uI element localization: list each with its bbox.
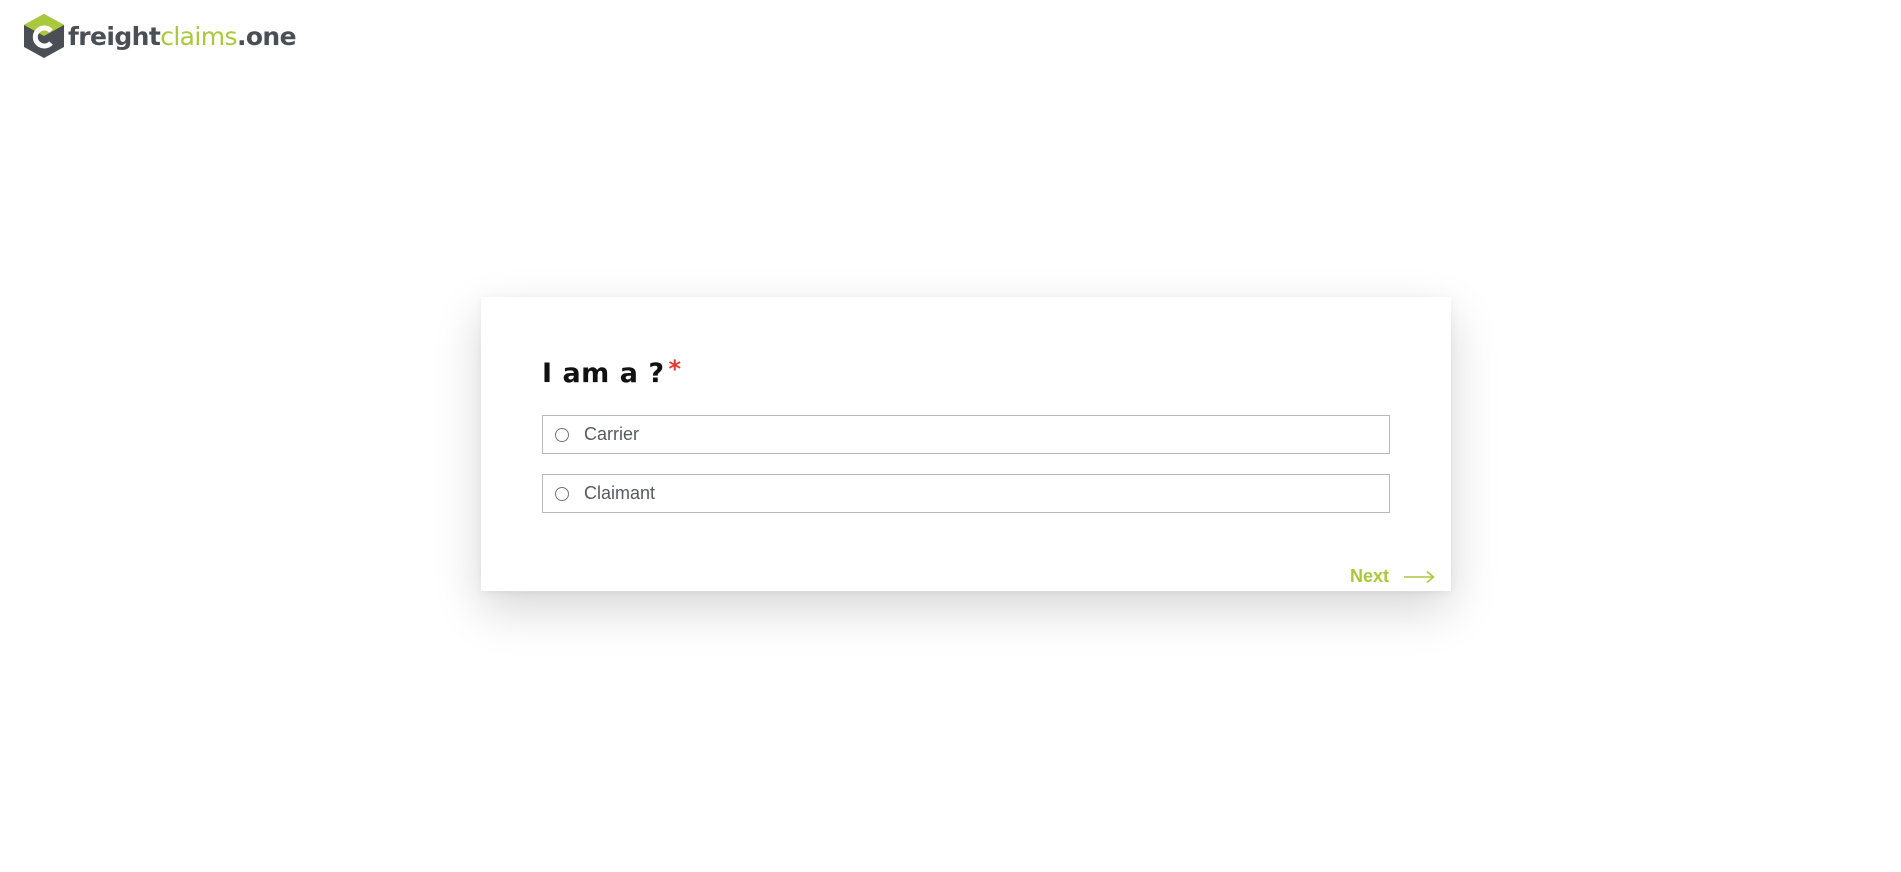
option-label: Carrier	[584, 424, 640, 444]
required-asterisk: *	[668, 355, 682, 383]
claimant-radio[interactable]	[555, 486, 569, 501]
next-button[interactable]: Next	[1350, 566, 1435, 587]
question-title: I am a ? *	[542, 355, 682, 389]
logo-link[interactable]: freightclaims.one	[22, 13, 297, 59]
brand-wordmark: freightclaims.one	[68, 21, 297, 51]
option-claimant[interactable]: Claimant	[542, 474, 1390, 513]
option-label: Claimant	[584, 483, 656, 503]
question-card: I am a ? * Carrier Claimant Next	[481, 297, 1451, 591]
hexagon-c-logo-icon	[24, 14, 64, 58]
arrow-right-icon	[1404, 570, 1435, 583]
app-header: freightclaims.one	[22, 13, 297, 59]
option-carrier[interactable]: Carrier	[542, 415, 1390, 454]
carrier-radio[interactable]	[555, 427, 569, 442]
next-label: Next	[1349, 566, 1389, 586]
